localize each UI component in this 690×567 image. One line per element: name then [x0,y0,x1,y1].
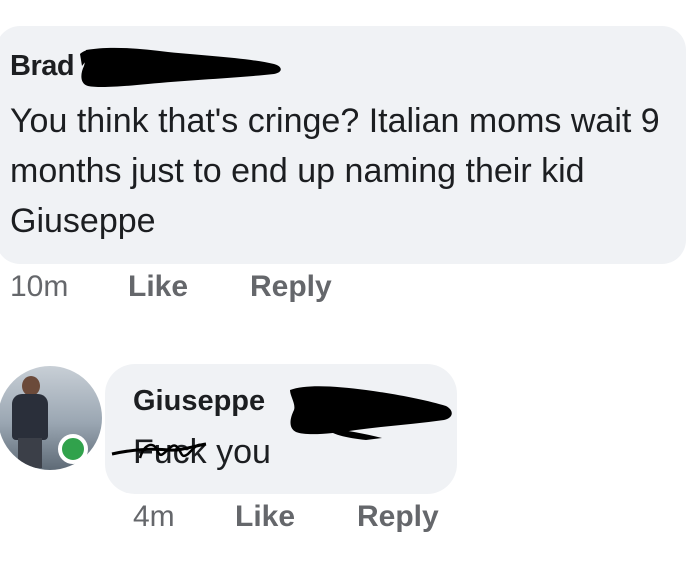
reply-bubble [105,364,457,494]
reply-author-name[interactable]: Giuseppe [133,385,265,418]
comment-text: You think that's cringe? Italian moms wa… [10,102,660,240]
online-status-icon [58,434,88,464]
like-button[interactable]: Like [128,270,250,304]
avatar-person-head [22,376,40,396]
scribble-overlay [111,442,207,459]
avatar-person-body [12,394,48,440]
reply-actions: 4m Like Reply [133,500,439,534]
comment-author-name[interactable]: Brad [10,50,75,83]
comment-timestamp[interactable]: 10m [10,270,128,304]
avatar-person-legs [18,438,42,468]
reply-text-word: you [216,433,271,471]
reply-button[interactable]: Reply [250,270,332,304]
reply-timestamp[interactable]: 4m [133,500,235,534]
comment-actions: 10m Like Reply [10,270,332,304]
like-button[interactable]: Like [235,500,357,534]
reply-button[interactable]: Reply [357,500,439,534]
